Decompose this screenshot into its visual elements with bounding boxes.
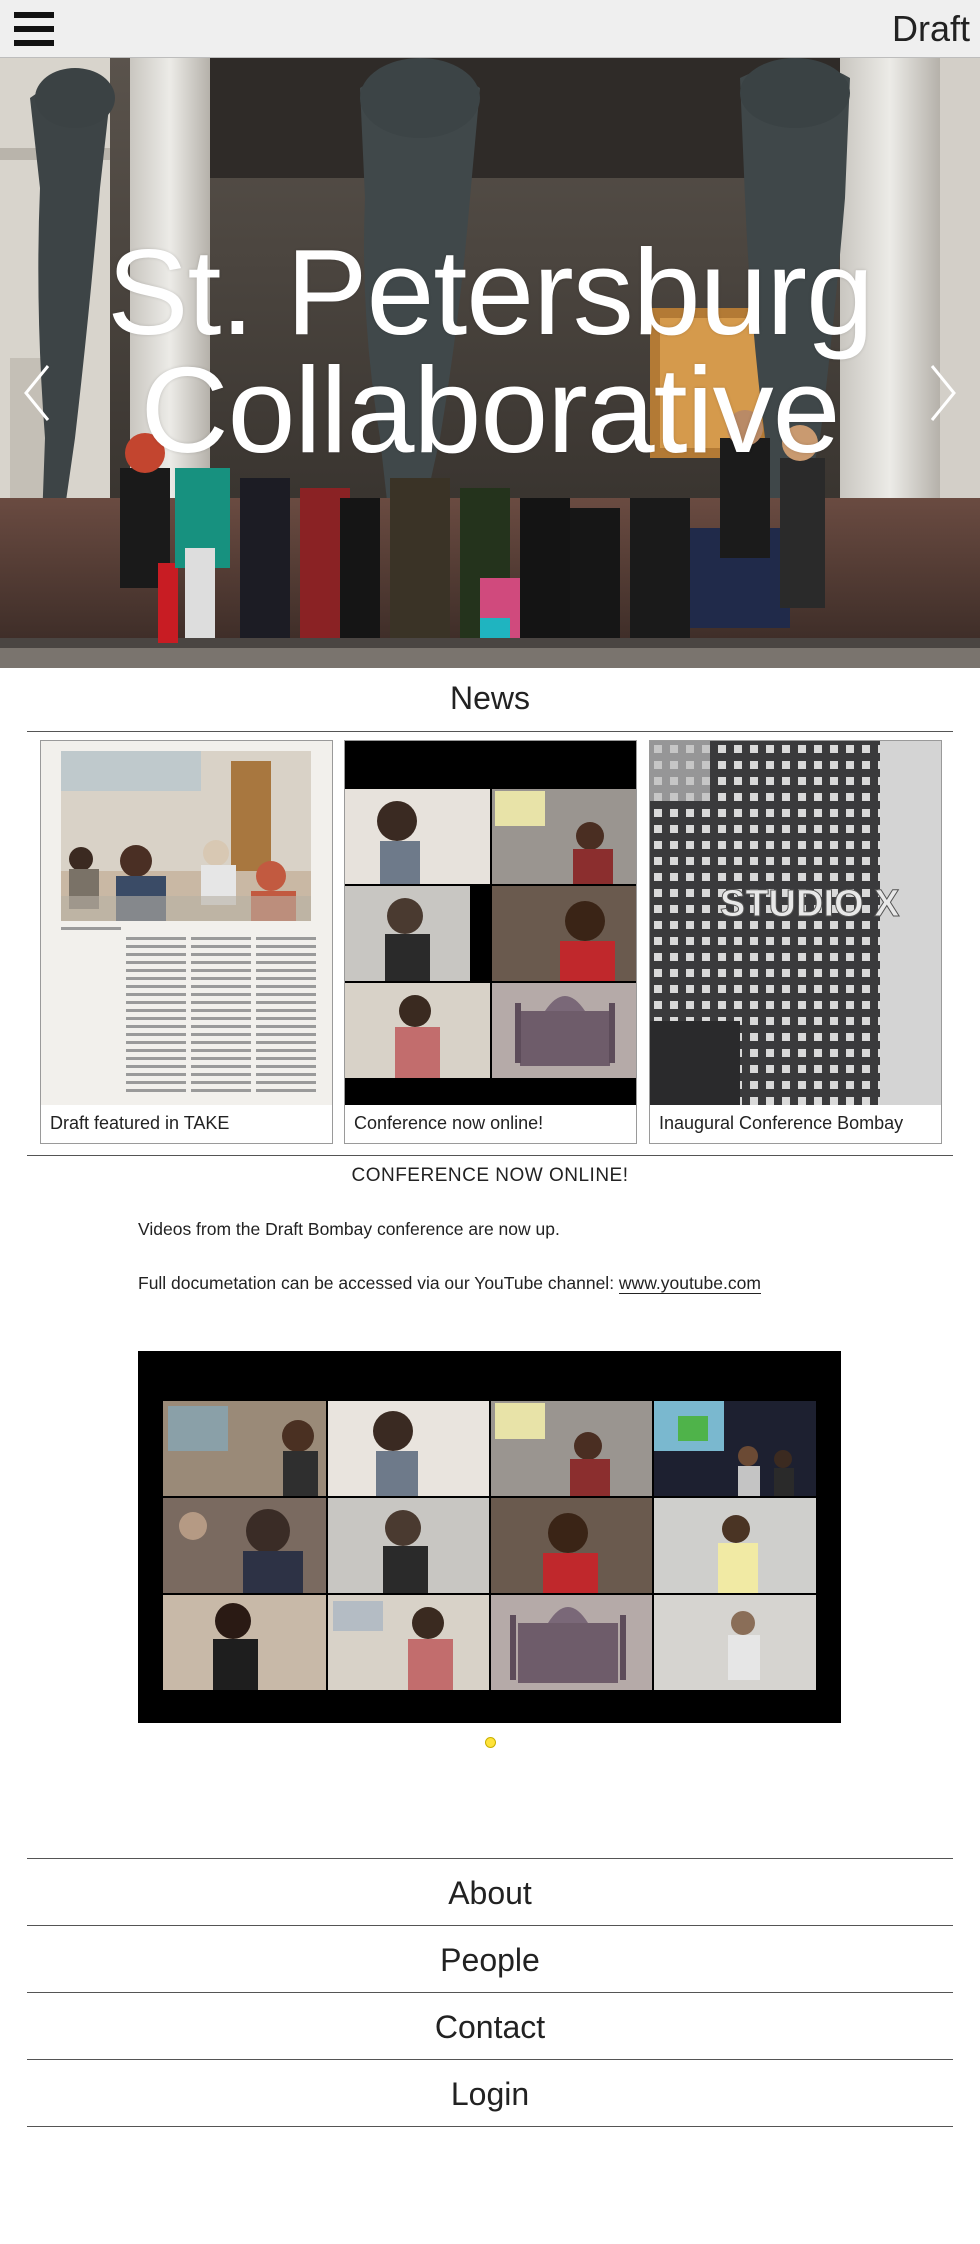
hero-title-line1: St. Petersburg [107, 224, 874, 360]
site-brand[interactable]: Draft [892, 8, 970, 50]
chevron-left-icon[interactable] [18, 358, 58, 428]
nav-about[interactable]: About [27, 1860, 953, 1926]
news-card-caption: Draft featured in TAKE [50, 1113, 230, 1133]
studio-x-sign: STUDIO X [720, 883, 900, 925]
divider [27, 1858, 953, 1859]
news-card-caption: Inaugural Conference Bombay [659, 1113, 904, 1133]
hero-title: St. Petersburg Collaborative [0, 224, 980, 478]
article-title: CONFERENCE NOW ONLINE! [351, 1165, 629, 1186]
conference-video-thumbnail[interactable] [138, 1351, 841, 1723]
divider [27, 1925, 953, 1926]
hamburger-menu-icon[interactable] [14, 12, 54, 46]
top-bar: Draft [0, 0, 980, 58]
news-card-image [345, 741, 636, 1105]
news-card-caption: Conference now online! [354, 1113, 544, 1133]
divider [27, 731, 953, 732]
hero-title-line2: Collaborative [140, 342, 840, 478]
divider [27, 2059, 953, 2060]
youtube-link[interactable]: www.youtube.com [618, 1273, 761, 1294]
article-paragraph-text: Full documetation can be accessed via ou… [138, 1273, 619, 1293]
nav-people[interactable]: People [27, 1927, 953, 1993]
news-card-conference[interactable]: Conference now online! [344, 740, 637, 1144]
news-card-bombay[interactable]: STUDIO X Inaugural Conference Bombay [649, 740, 942, 1144]
news-card-take[interactable]: Draft featured in TAKE [40, 740, 333, 1144]
slide-indicator-dot[interactable] [485, 1737, 496, 1748]
news-heading: News [449, 680, 530, 716]
news-card-image: STUDIO X [650, 741, 941, 1105]
menu-bar-line [14, 26, 54, 32]
divider [27, 1992, 953, 1993]
menu-bar-line [14, 40, 54, 46]
nav-login[interactable]: Login [27, 2061, 953, 2127]
video-still [138, 1351, 841, 1723]
article-paragraph: Full documetation can be accessed via ou… [138, 1273, 761, 1294]
chevron-right-icon[interactable] [922, 358, 962, 428]
divider [27, 2126, 953, 2127]
article-paragraph: Videos from the Draft Bombay conference … [138, 1219, 560, 1239]
divider [27, 1155, 953, 1156]
news-card-image [41, 741, 332, 1105]
nav-contact[interactable]: Contact [27, 1994, 953, 2060]
hero-slider: St. Petersburg Collaborative [0, 58, 980, 668]
menu-bar-line [14, 12, 54, 18]
